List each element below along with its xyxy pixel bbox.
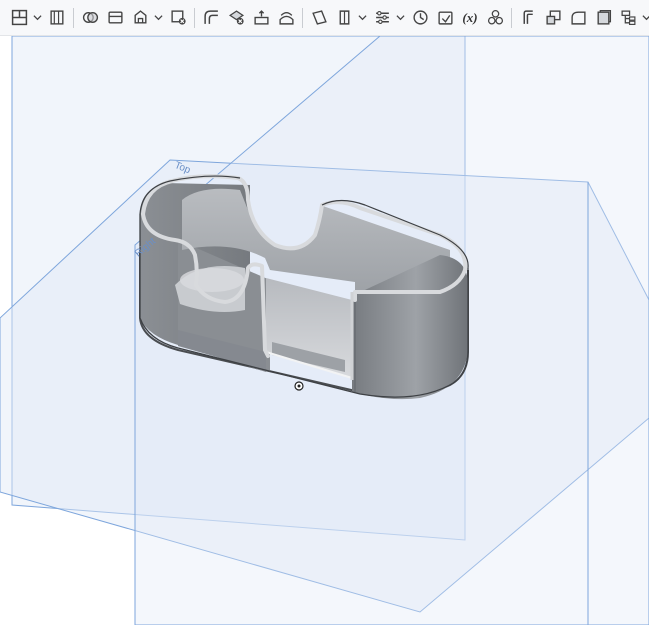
move-face-icon[interactable] [250, 7, 272, 29]
model-canvas[interactable] [0, 36, 649, 625]
chevron-down-icon[interactable] [642, 7, 649, 29]
transform-icon[interactable] [129, 7, 151, 29]
pattern-icon[interactable] [371, 7, 393, 29]
delete-part-icon[interactable] [167, 7, 189, 29]
hierarchy-icon[interactable] [617, 7, 639, 29]
sketch-icon[interactable] [46, 7, 68, 29]
surface-icon[interactable] [567, 7, 589, 29]
variable-icon[interactable]: (x) [459, 10, 481, 26]
plane-icon[interactable] [308, 7, 330, 29]
replace-face-icon[interactable] [275, 7, 297, 29]
chevron-down-icon[interactable] [396, 7, 405, 29]
mass-properties-icon[interactable] [484, 7, 506, 29]
origin-marker[interactable] [294, 381, 304, 391]
toolbar-separator [302, 7, 303, 28]
modify-fillet-icon[interactable] [200, 7, 222, 29]
delete-face-icon[interactable] [225, 7, 247, 29]
shell-icon[interactable] [592, 7, 614, 29]
chevron-down-icon[interactable] [154, 7, 163, 29]
chevron-down-icon[interactable] [358, 7, 367, 29]
toolbar-separator [194, 7, 195, 28]
graphics-viewport[interactable]: Top Right [0, 36, 649, 625]
split-icon[interactable] [104, 7, 126, 29]
measure-icon[interactable] [434, 7, 456, 29]
sheet-metal-icon[interactable] [517, 7, 539, 29]
mate-connector-icon[interactable] [333, 7, 355, 29]
rollback-icon[interactable] [409, 7, 431, 29]
boolean-icon[interactable] [79, 7, 101, 29]
part-studio-toolbar: (x) [0, 0, 649, 36]
frame-icon[interactable] [542, 7, 564, 29]
part-studio-menu-icon[interactable] [8, 7, 30, 29]
toolbar-separator [73, 7, 74, 28]
chevron-down-icon[interactable] [33, 7, 42, 29]
toolbar-separator [511, 7, 512, 28]
